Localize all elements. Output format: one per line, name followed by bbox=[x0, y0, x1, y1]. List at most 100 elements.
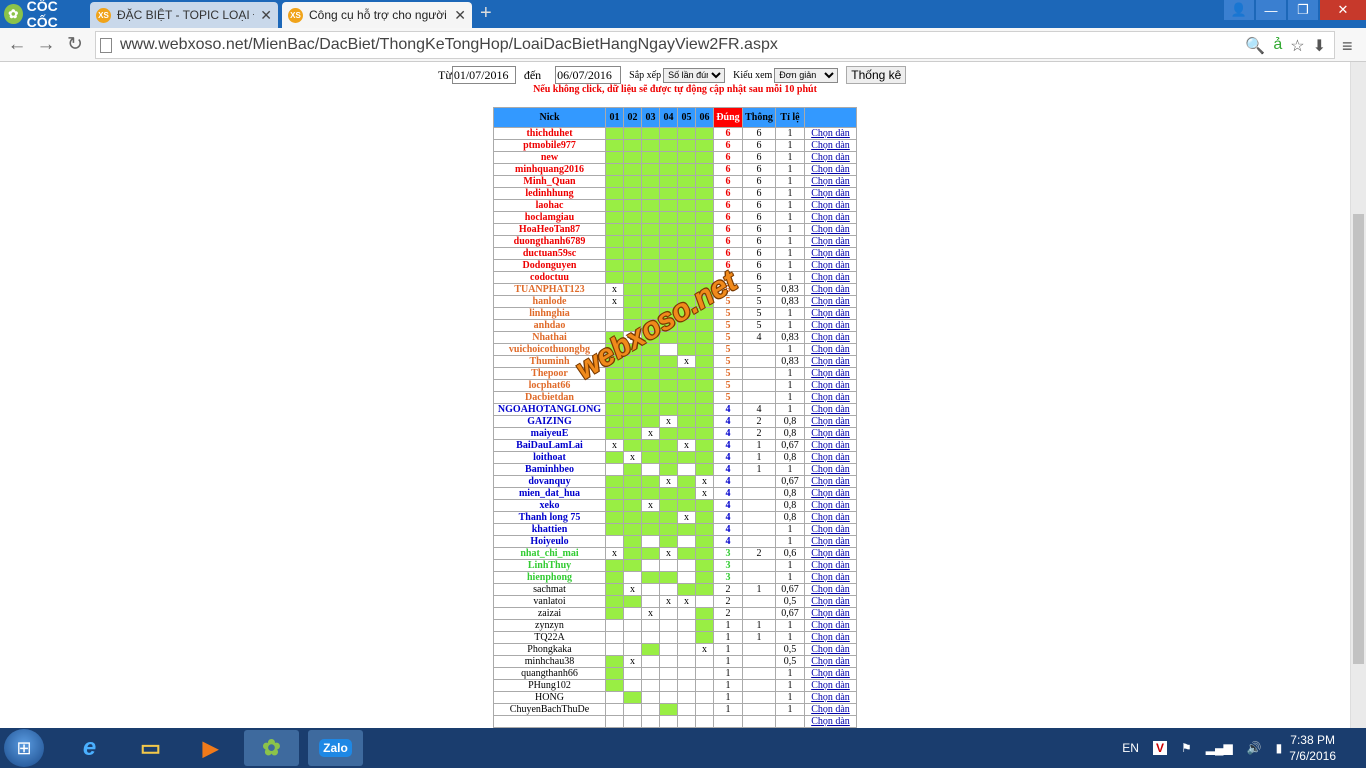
chon-dan-link[interactable]: Chọn dàn bbox=[804, 487, 857, 500]
chon-dan-link[interactable]: Chọn dàn bbox=[804, 631, 857, 644]
chon-dan-link[interactable]: Chọn dàn bbox=[804, 427, 857, 440]
chon-dan-link[interactable]: Chọn dàn bbox=[804, 223, 857, 236]
day-cell bbox=[659, 667, 678, 680]
download-icon[interactable]: ⬇ bbox=[1313, 36, 1326, 56]
reload-icon[interactable]: ↻ bbox=[63, 33, 87, 57]
chon-dan-link[interactable]: Chọn dàn bbox=[804, 151, 857, 164]
chon-dan-link[interactable]: Chọn dàn bbox=[804, 307, 857, 320]
url-input[interactable]: www.webxoso.net/MienBac/DacBiet/ThongKeT… bbox=[95, 31, 1335, 59]
chon-dan-link[interactable]: Chọn dàn bbox=[804, 691, 857, 704]
chon-dan-link[interactable]: Chọn dàn bbox=[804, 235, 857, 248]
thong-ke-button[interactable]: Thống kê bbox=[846, 66, 907, 84]
chon-dan-link[interactable]: Chọn dàn bbox=[804, 199, 857, 212]
from-date-input[interactable] bbox=[451, 66, 516, 84]
day-cell: x bbox=[677, 595, 696, 608]
star-icon[interactable]: ☆ bbox=[1290, 36, 1304, 56]
chon-dan-link[interactable]: Chọn dàn bbox=[804, 391, 857, 404]
close-tab-icon[interactable]: ✕ bbox=[260, 7, 272, 24]
chon-dan-link[interactable]: Chọn dàn bbox=[804, 283, 857, 296]
vietkey-icon[interactable]: V bbox=[1152, 741, 1167, 755]
chon-dan-link[interactable]: Chọn dàn bbox=[804, 583, 857, 596]
scrollbar-thumb[interactable] bbox=[1353, 214, 1364, 664]
signal-icon[interactable]: ▂▄▆ bbox=[1206, 741, 1233, 755]
chon-dan-link[interactable]: Chọn dàn bbox=[804, 619, 857, 632]
chon-dan-link[interactable]: Chọn dàn bbox=[804, 163, 857, 176]
language-indicator[interactable]: EN bbox=[1122, 741, 1139, 755]
chon-dan-link[interactable]: Chọn dàn bbox=[804, 451, 857, 464]
search-icon[interactable]: 🔍 bbox=[1245, 36, 1265, 56]
chon-dan-link[interactable]: Chọn dàn bbox=[804, 331, 857, 344]
close-window-icon[interactable]: ✕ bbox=[1320, 0, 1366, 20]
chon-dan-link[interactable]: Chọn dàn bbox=[804, 499, 857, 512]
chon-dan-link[interactable]: Chọn dàn bbox=[804, 139, 857, 152]
chon-dan-link[interactable]: Chọn dàn bbox=[804, 259, 857, 272]
chon-dan-link[interactable]: Chọn dàn bbox=[804, 679, 857, 692]
maximize-icon[interactable]: ❐ bbox=[1288, 0, 1318, 20]
chon-dan-link[interactable]: Chọn dàn bbox=[804, 295, 857, 308]
minimize-icon[interactable]: — bbox=[1256, 0, 1286, 20]
chon-dan-link[interactable]: Chọn dàn bbox=[804, 211, 857, 224]
chon-dan-link[interactable]: Chọn dàn bbox=[804, 175, 857, 188]
chon-dan-link[interactable]: Chọn dàn bbox=[804, 127, 857, 140]
chon-dan-link[interactable]: Chọn dàn bbox=[804, 667, 857, 680]
chon-dan-link[interactable]: Chọn dàn bbox=[804, 535, 857, 548]
view-select[interactable]: Đơn giản bbox=[774, 67, 839, 83]
tab-cong-cu[interactable]: XS Công cụ hỗ trợ cho người ✕ bbox=[282, 2, 472, 28]
chon-dan-link[interactable]: Chọn dàn bbox=[804, 463, 857, 476]
day-cell bbox=[605, 559, 624, 572]
chon-dan-link[interactable]: Chọn dàn bbox=[804, 559, 857, 572]
explorer-icon[interactable]: ▭ bbox=[123, 730, 178, 766]
ratio-cell: 1 bbox=[775, 391, 805, 404]
chon-dan-link[interactable]: Chọn dàn bbox=[804, 187, 857, 200]
table-row: Baminhbeo 4 1 1 Chọn dàn bbox=[493, 463, 857, 476]
chon-dan-link[interactable]: Chọn dàn bbox=[804, 367, 857, 380]
chon-dan-link[interactable]: Chọn dàn bbox=[804, 703, 857, 716]
chon-dan-link[interactable]: Chọn dàn bbox=[804, 379, 857, 392]
close-tab-icon[interactable]: ✕ bbox=[454, 7, 466, 24]
chon-dan-link[interactable]: Chọn dàn bbox=[804, 715, 857, 728]
chon-dan-link[interactable]: Chọn dàn bbox=[804, 247, 857, 260]
chon-dan-link[interactable]: Chọn dàn bbox=[804, 655, 857, 668]
chon-dan-link[interactable]: Chọn dàn bbox=[804, 439, 857, 452]
forward-icon[interactable]: → bbox=[34, 33, 58, 57]
day-cell bbox=[623, 247, 642, 260]
chon-dan-link[interactable]: Chọn dàn bbox=[804, 643, 857, 656]
start-button[interactable]: ⊞ bbox=[4, 729, 44, 767]
chon-dan-link[interactable]: Chọn dàn bbox=[804, 355, 857, 368]
day-cell: x bbox=[659, 475, 678, 488]
chon-dan-link[interactable]: Chọn dàn bbox=[804, 271, 857, 284]
chon-dan-link[interactable]: Chọn dàn bbox=[804, 343, 857, 356]
coccoc-logo[interactable]: ✿ CỐC CỐC bbox=[0, 0, 88, 30]
chon-dan-link[interactable]: Chọn dàn bbox=[804, 415, 857, 428]
to-label: đến bbox=[523, 67, 542, 82]
chon-dan-link[interactable]: Chọn dàn bbox=[804, 475, 857, 488]
day-cell bbox=[659, 619, 678, 632]
battery-icon[interactable]: ▮ bbox=[1276, 741, 1283, 755]
translate-icon[interactable]: ả bbox=[1273, 36, 1282, 56]
chon-dan-link[interactable]: Chọn dàn bbox=[804, 511, 857, 524]
chon-dan-link[interactable]: Chọn dàn bbox=[804, 319, 857, 332]
volume-icon[interactable]: 🔊 bbox=[1247, 741, 1262, 755]
chon-dan-link[interactable]: Chọn dàn bbox=[804, 547, 857, 560]
zalo-icon[interactable]: Zalo bbox=[308, 730, 363, 766]
flag-icon[interactable]: ⚑ bbox=[1181, 741, 1192, 755]
menu-icon[interactable]: ≡ bbox=[1342, 36, 1353, 57]
new-tab-icon[interactable]: + bbox=[480, 3, 492, 23]
user-icon[interactable]: 👤 bbox=[1224, 0, 1254, 20]
chon-dan-link[interactable]: Chọn dàn bbox=[804, 523, 857, 536]
scrollbar[interactable] bbox=[1350, 62, 1366, 728]
chon-dan-link[interactable]: Chọn dàn bbox=[804, 571, 857, 584]
sort-select[interactable]: Số lần đúng bbox=[663, 67, 726, 83]
ratio-cell: 1 bbox=[775, 139, 805, 152]
media-icon[interactable]: ▶ bbox=[183, 730, 238, 766]
back-icon[interactable]: ← bbox=[5, 33, 29, 57]
clock[interactable]: 7:38 PM 7/6/2016 bbox=[1289, 732, 1336, 764]
coccoc-app-icon[interactable]: ✿ bbox=[244, 730, 299, 766]
chon-dan-link[interactable]: Chọn dàn bbox=[804, 595, 857, 608]
chon-dan-link[interactable]: Chọn dàn bbox=[804, 607, 857, 620]
tab-dac-biet-topic[interactable]: XS ĐẶC BIỆT - TOPIC LOẠI ĐẶ ✕ bbox=[90, 2, 278, 28]
chon-dan-link[interactable]: Chọn dàn bbox=[804, 403, 857, 416]
ie-icon[interactable]: e bbox=[62, 730, 117, 766]
to-date-input[interactable] bbox=[555, 66, 622, 84]
ratio-cell: 1 bbox=[775, 127, 805, 140]
